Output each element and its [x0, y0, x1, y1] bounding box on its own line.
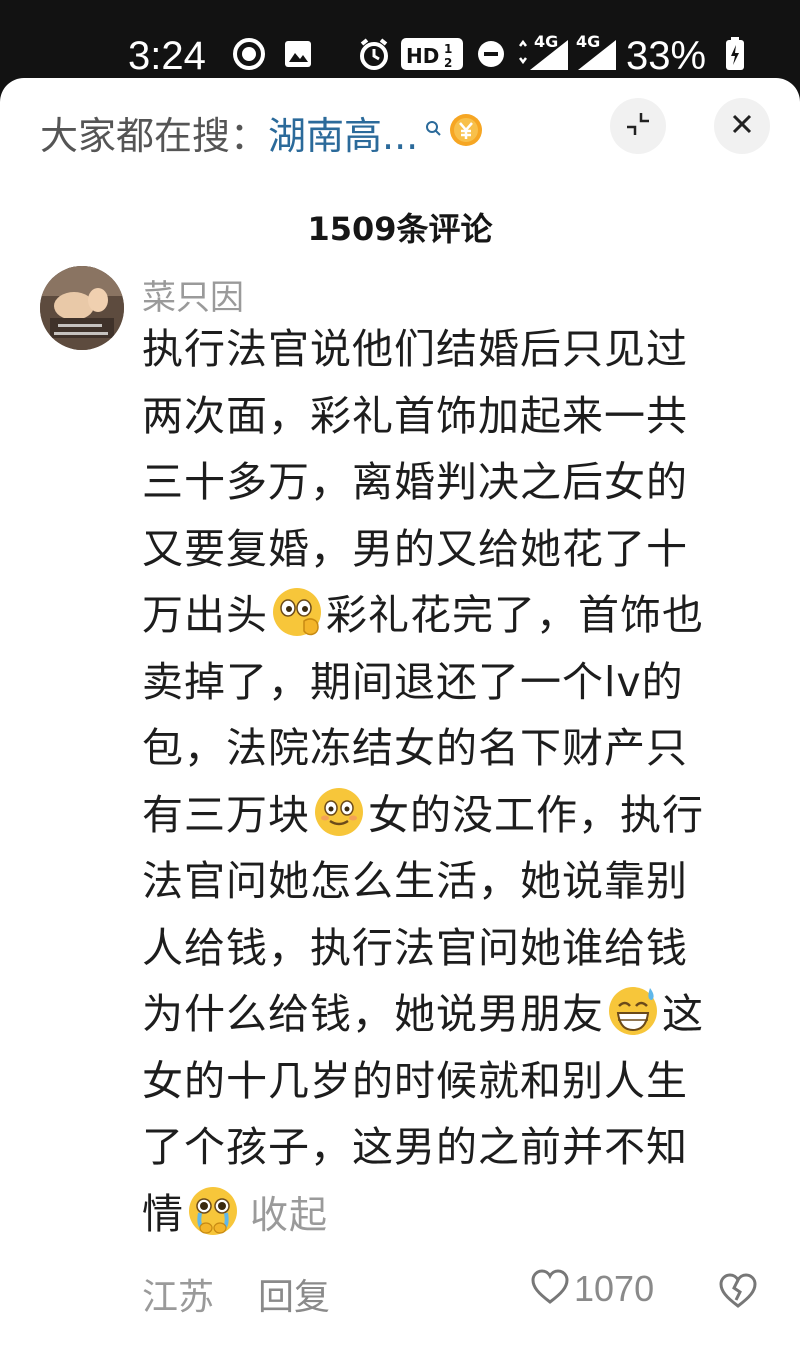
broken-heart-icon [718, 1273, 758, 1314]
comment-line: 法官问她怎么生活，她说靠别 [142, 857, 688, 905]
comment-text: 执行法官说他们结婚后只见过 两次面，彩礼首饰加起来一共 三十多万，离婚判决之后女… [142, 316, 767, 1248]
comment-line: 人给钱，执行法官问她谁给钱 [142, 923, 688, 972]
close-button[interactable] [714, 98, 770, 154]
hd-icon: HD 1 2 [400, 34, 464, 74]
comment-line: 有三万块 女的没工作，执行 [142, 782, 767, 849]
smiling-face-emoji [315, 787, 363, 836]
signal-icon: 4G [574, 32, 620, 74]
comment-line: 女的十几岁的时候就和别人生 [142, 1056, 688, 1105]
comment-author[interactable]: 菜只因 [142, 270, 244, 319]
hd-label: HD [406, 44, 439, 68]
grinning-sweat-emoji [609, 987, 657, 1035]
comment-line: 了个孩子，这男的之前并不知 [142, 1123, 688, 1171]
comment-line: 卖掉了，期间退还了一个lv的 [142, 657, 684, 706]
battery-icon [724, 34, 746, 74]
heart-icon [530, 1268, 570, 1310]
peeking-face-emoji [273, 588, 321, 636]
image-icon [282, 34, 314, 74]
close-icon [730, 112, 754, 140]
status-bar: 3:24 HD 1 2 4G 4G 33% [0, 0, 800, 80]
like-count: 1070 [574, 1268, 655, 1309]
comment-line: 执行法官说他们结婚后只见过 [142, 325, 688, 373]
comment-line: 包，法院冻结女的名下财产只 [142, 724, 688, 772]
comment-location: 江苏 [142, 1277, 215, 1318]
trending-search-bar[interactable]: 大家都在搜： 湖南高... [40, 110, 484, 158]
svg-text:1: 1 [444, 42, 452, 56]
comments-sheet: 大家都在搜： 湖南高... 1509条评论 菜只因 执行法官说他们结婚后只见过 … [0, 78, 800, 1362]
network-type-label: 4G [534, 32, 559, 51]
crying-face-emoji [189, 1186, 237, 1235]
alarm-icon [356, 34, 392, 74]
comment-count-title: 1509条评论 [307, 210, 493, 248]
comment-line: 万出头 彩礼花完了，首饰也 [142, 582, 767, 649]
status-time: 3:24 [128, 34, 206, 78]
svg-text:2: 2 [444, 56, 452, 70]
like-button[interactable]: 1070 [530, 1268, 654, 1310]
minimize-icon [624, 110, 652, 142]
comment-line: 为什么给钱，她说男朋友这 [142, 981, 767, 1048]
collapse-button[interactable]: 收起 [250, 1193, 328, 1237]
battery-percent: 33% [626, 34, 707, 78]
comment-line: 又要复婚，男的又给她花了十 [142, 524, 688, 573]
comment-line: 两次面，彩礼首饰加起来一共 [142, 391, 688, 440]
record-icon [232, 34, 266, 74]
minimize-button[interactable] [610, 98, 666, 154]
comment-meta-row: 江苏 回复 1070 [142, 1268, 762, 1318]
comment-line: 三十多万，离婚判决之后女的 [142, 458, 688, 506]
search-prefix: 大家都在搜： [40, 113, 269, 158]
dislike-button[interactable] [718, 1272, 758, 1314]
search-query-link[interactable]: 湖南高... [268, 105, 418, 160]
do-not-disturb-icon [476, 34, 506, 74]
reply-button[interactable]: 回复 [258, 1268, 330, 1320]
comment-line: 情收起 [142, 1181, 767, 1249]
coin-icon [448, 112, 484, 152]
avatar[interactable] [40, 266, 124, 350]
signal-icon: 4G [516, 32, 572, 74]
search-icon [424, 119, 442, 145]
network-type-label: 4G [576, 32, 601, 51]
